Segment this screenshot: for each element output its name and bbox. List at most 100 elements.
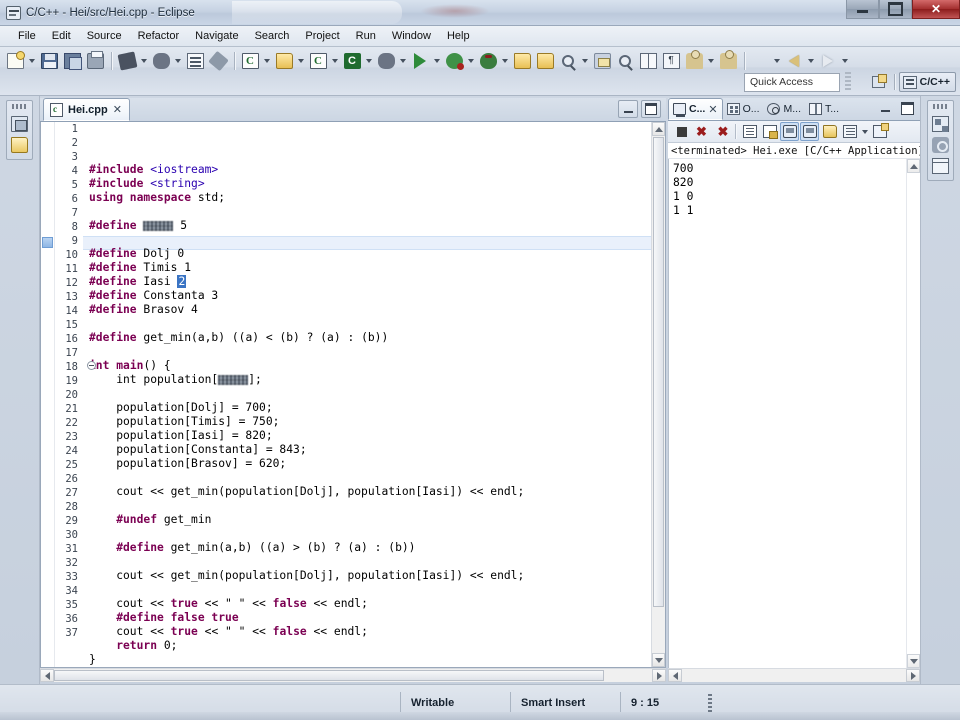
menu-help[interactable]: Help [439,28,478,44]
editor-scroll-thumb[interactable] [653,137,664,607]
console-maximize-button[interactable] [898,100,916,116]
c-index-icon[interactable]: C [341,50,363,72]
editor-hscroll-thumb[interactable] [54,670,605,681]
new-file-icon[interactable] [4,50,26,72]
console-horizontal-scrollbar[interactable] [668,668,920,682]
project-explorer-icon[interactable] [11,116,28,132]
console-scroll-right-icon[interactable] [906,669,920,682]
fold-collapse-icon[interactable] [87,361,96,370]
search-icon[interactable] [207,50,229,72]
skip-breakpoints-icon[interactable] [557,50,579,72]
toggle-block-icon[interactable] [614,50,636,72]
folder-icon[interactable] [11,137,28,153]
build-all-icon[interactable] [116,50,138,72]
scroll-down-icon[interactable] [652,653,665,667]
save-all-icon[interactable] [61,50,83,72]
skip-dropdown-icon[interactable] [580,50,589,72]
remove-all-terminated-icon[interactable]: ✖ [712,122,731,141]
editor-hscroll-track[interactable] [54,669,652,682]
new-cpp-dropdown-icon[interactable] [296,50,305,72]
maximize-button[interactable] [879,0,912,19]
forward-dropdown-icon[interactable] [806,50,815,72]
scroll-lock-icon[interactable] [760,122,779,141]
person-icon[interactable] [717,50,739,72]
tab-outline[interactable]: O... [723,98,764,120]
external-tools-icon[interactable] [375,50,397,72]
c-index-dropdown-icon[interactable] [364,50,373,72]
open-perspective-button[interactable] [868,72,890,92]
menu-navigate[interactable]: Navigate [187,28,246,44]
fast-view-grip-right[interactable] [932,104,949,109]
open-type-icon[interactable] [534,50,556,72]
last-edit-icon[interactable] [817,50,839,72]
last-edit-dropdown-icon[interactable] [840,50,849,72]
console-minimize-button[interactable] [876,100,894,116]
debug-icon[interactable] [443,50,465,72]
console-vertical-scrollbar[interactable] [906,159,920,668]
annotation-dropdown-icon[interactable] [706,50,715,72]
console-scroll-left-icon[interactable] [668,669,682,682]
external-dropdown-icon[interactable] [398,50,407,72]
hierarchy-icon[interactable] [932,116,949,132]
save-icon[interactable] [38,50,60,72]
toolbar-grip[interactable] [845,72,851,92]
open-console-icon[interactable] [820,122,839,141]
minimize-button[interactable] [846,0,879,19]
menu-edit[interactable]: Edit [44,28,79,44]
clear-console-icon[interactable] [740,122,759,141]
tab-make-target[interactable]: M... [763,98,805,120]
show-console-on-output-icon[interactable] [780,122,799,141]
menu-refactor[interactable]: Refactor [130,28,188,44]
previous-annotation-icon[interactable] [683,50,705,72]
profile-icon[interactable] [477,50,499,72]
code-editor[interactable]: #include <iostream> #include <string> usin… [83,122,651,667]
profile-dropdown-icon[interactable] [500,50,509,72]
new-c-dropdown-icon[interactable] [262,50,271,72]
editor-marker-ruler[interactable] [41,122,55,667]
run-icon[interactable] [409,50,431,72]
next-annotation-icon[interactable]: ¶ [660,50,682,72]
fast-view-grip[interactable] [11,104,28,109]
show-whitespace-icon[interactable] [637,50,659,72]
new-cpp-file-icon[interactable] [273,50,295,72]
build-dropdown-icon[interactable] [139,50,148,72]
new-cpp-class-icon[interactable] [184,50,206,72]
back-icon[interactable] [749,50,771,72]
status-bar-grip[interactable] [708,693,712,712]
menu-window[interactable]: Window [384,28,439,44]
close-icon[interactable]: ✕ [113,103,122,116]
build-clean-icon[interactable] [150,50,172,72]
menu-search[interactable]: Search [247,28,298,44]
console-scroll-down-icon[interactable] [907,654,920,668]
print-icon[interactable] [84,50,106,72]
scroll-up-icon[interactable] [652,122,665,136]
tab-tasks[interactable]: T... [805,98,843,120]
open-folder-icon[interactable] [511,50,533,72]
build-config-dropdown-icon[interactable] [173,50,182,72]
console-scroll-up-icon[interactable] [907,159,920,173]
close-button[interactable] [912,0,960,19]
editor-maximize-button[interactable] [641,100,661,118]
run-dropdown-icon[interactable] [432,50,441,72]
scroll-right-icon[interactable] [652,669,666,682]
toggle-mark-icon[interactable] [591,50,613,72]
console-output[interactable]: 700 820 1 01 1 [669,159,906,668]
scroll-left-icon[interactable] [40,669,54,682]
menu-project[interactable]: Project [297,28,347,44]
terminate-icon[interactable] [672,122,691,141]
new-console-view-icon[interactable] [870,122,889,141]
debug-dropdown-icon[interactable] [466,50,475,72]
open-element-icon[interactable]: C [307,50,329,72]
open-dropdown-icon[interactable] [330,50,339,72]
remove-launch-icon[interactable]: ✖ [692,122,711,141]
menu-file[interactable]: File [10,28,44,44]
new-dropdown-icon[interactable] [27,50,36,72]
window-icon[interactable] [932,158,949,174]
close-icon[interactable]: ✕ [708,103,717,116]
display-dropdown-icon[interactable] [860,122,869,141]
snapshot-icon[interactable] [932,137,949,153]
menu-run[interactable]: Run [348,28,384,44]
editor-minimize-button[interactable] [618,100,638,118]
display-selected-console-icon[interactable] [840,122,859,141]
pin-console-icon[interactable] [800,122,819,141]
